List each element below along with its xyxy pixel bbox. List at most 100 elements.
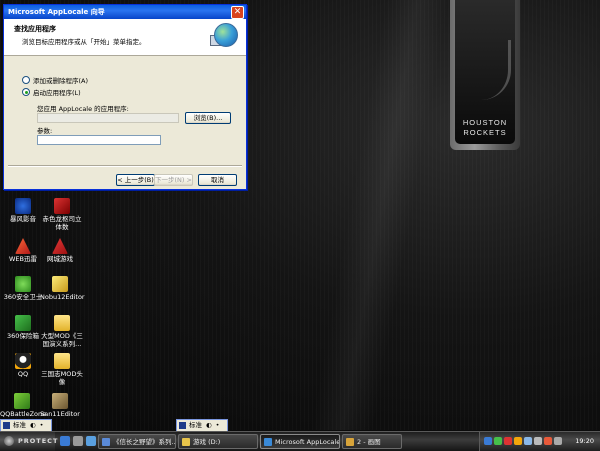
desktop-icon-label: Nobu12Editor xyxy=(40,293,85,301)
desktop-icon-qqbattlezone[interactable]: QQBattleZone xyxy=(0,393,47,418)
desktop-icon-san11editor[interactable]: San11Editor xyxy=(40,393,80,418)
radio-button-selected[interactable] xyxy=(22,88,30,96)
desktop-icon-label: 网城游戏 xyxy=(47,255,73,263)
web-games-icon xyxy=(52,238,68,254)
desktop-icon-web-games[interactable]: 网城游戏 xyxy=(40,238,80,263)
dialog-separator xyxy=(8,165,242,167)
task-label: 《信长之野望》系列... xyxy=(113,438,176,446)
desktop-icon-360-safe[interactable]: 360安全卫士 xyxy=(3,276,43,301)
web-thunder-icon xyxy=(15,238,31,254)
task-paint[interactable]: 2 - 画图 xyxy=(342,434,402,449)
storm-player-icon xyxy=(15,198,31,214)
header-subtitle: 浏览目标应用程序或从「开始」菜单指定。 xyxy=(22,38,146,46)
desktop-icon-web-thunder[interactable]: WEB迅雷 xyxy=(3,238,43,263)
desktop-icon-label: 暴风影音 xyxy=(10,215,36,223)
dialog-titlebar[interactable]: Microsoft AppLocale 向导 ✕ xyxy=(4,5,246,19)
quicklaunch-icon[interactable] xyxy=(86,436,96,446)
ime-logo-icon xyxy=(179,422,186,429)
radio-button[interactable] xyxy=(22,76,30,84)
close-button[interactable]: ✕ xyxy=(231,6,244,19)
show-desktop-icon[interactable] xyxy=(73,436,83,446)
task-label: 游戏 (D:) xyxy=(193,438,221,446)
clock[interactable]: 19:20 xyxy=(575,432,594,451)
moon-icon: ◐ xyxy=(206,421,212,429)
desktop-icon-label: 大型MOD《三国演义系列... xyxy=(41,332,83,348)
task-label: 2 - 画图 xyxy=(357,438,381,446)
task-nobunaga[interactable]: 《信长之野望》系列... xyxy=(98,434,176,449)
ime-mode-label: 标准 xyxy=(189,421,202,429)
cancel-button[interactable]: 取消 xyxy=(198,174,237,186)
params-label: 参数: xyxy=(37,127,53,135)
start-label: PROTECT xyxy=(18,437,59,445)
tray-app-icon[interactable] xyxy=(554,437,562,445)
dialog-header: 查找应用程序 浏览目标应用程序或从「开始」菜单指定。 xyxy=(4,19,246,56)
ime-mode-label: 标准 xyxy=(13,421,26,429)
task-applocale[interactable]: Microsoft AppLocale ... xyxy=(260,434,340,449)
taskbar: PROTECT 《信长之野望》系列... 游戏 (D:) Microsoft A… xyxy=(0,431,600,451)
desktop-icon-storm-player[interactable]: 暴风影音 xyxy=(3,198,43,223)
qq-penguin-icon xyxy=(15,353,31,369)
houston-rockets-banner: HOUSTON ROCKETS xyxy=(450,0,520,150)
radio-label: 添加或删除程序(A) xyxy=(33,77,89,85)
desktop-icon-label: 360保险箱 xyxy=(7,332,39,340)
desktop-icon-label: WEB迅雷 xyxy=(9,255,37,263)
desktop-icon-label: 三国志MOD头像 xyxy=(41,370,83,386)
next-button[interactable]: 下一步(N) > xyxy=(154,174,193,186)
banner-line1: HOUSTON xyxy=(462,118,508,127)
desktop-icon-nobu12editor[interactable]: Nobu12Editor xyxy=(40,276,85,301)
app-path-label: 您应用 AppLocale 的应用程序: xyxy=(37,105,129,113)
dialog-title: Microsoft AppLocale 向导 xyxy=(8,8,105,16)
folder-icon xyxy=(54,353,70,369)
360-safe-icon xyxy=(15,276,31,292)
radio-label: 启动应用程序(L) xyxy=(33,89,81,97)
lang-icon[interactable] xyxy=(484,437,492,445)
banner-line2: ROCKETS xyxy=(463,128,507,137)
moon-icon: ◐ xyxy=(30,421,36,429)
start-button[interactable]: PROTECT xyxy=(0,432,59,451)
desktop-icon-label: QQBattleZone xyxy=(0,410,47,418)
desktop-icon-redwings[interactable]: 赤色龙枢司立体数 xyxy=(40,198,84,231)
back-button[interactable]: < 上一步(B) xyxy=(116,174,155,186)
desktop-icon-label: San11Editor xyxy=(40,410,80,418)
system-tray: 19:20 xyxy=(479,432,600,451)
app-path-field[interactable] xyxy=(37,113,179,123)
radio-launch-application[interactable]: 启动应用程序(L) xyxy=(22,87,81,97)
radio-add-remove-programs[interactable]: 添加或删除程序(A) xyxy=(22,75,88,85)
ime-logo-icon xyxy=(3,422,10,429)
desktop-icon-360-safebox[interactable]: 360保险箱 xyxy=(3,315,43,340)
volume-icon[interactable] xyxy=(534,437,542,445)
paint-icon xyxy=(346,438,354,446)
applocale-wizard-dialog: Microsoft AppLocale 向导 ✕ 查找应用程序 浏览目标应用程序… xyxy=(3,4,247,190)
360-safebox-icon xyxy=(15,315,31,331)
desktop-icon-label: QQ xyxy=(17,370,29,378)
punctuation-icon: • xyxy=(39,421,44,429)
task-label: Microsoft AppLocale ... xyxy=(275,438,340,446)
banner-text: HOUSTON ROCKETS xyxy=(450,118,520,138)
qq-tray-icon[interactable] xyxy=(514,437,522,445)
globe-icon xyxy=(264,438,272,446)
browse-button[interactable]: 浏览(B)... xyxy=(185,112,231,124)
desktop-icon-qq[interactable]: QQ xyxy=(3,353,43,378)
header-title: 查找应用程序 xyxy=(14,25,56,33)
punctuation-icon: • xyxy=(215,421,220,429)
redwings-icon xyxy=(54,198,70,214)
folder-icon xyxy=(182,438,190,446)
folder-icon xyxy=(54,315,70,331)
ie-icon[interactable] xyxy=(60,436,70,446)
nobu-editor-icon xyxy=(52,276,68,292)
start-orb-icon xyxy=(4,436,14,446)
qq-battlezone-icon xyxy=(14,393,30,409)
desktop-icon-label: 360安全卫士 xyxy=(3,293,43,301)
globe-icon xyxy=(214,23,238,47)
task-games-drive[interactable]: 游戏 (D:) xyxy=(178,434,258,449)
security-icon[interactable] xyxy=(544,437,552,445)
network-icon[interactable] xyxy=(524,437,532,445)
desktop-icon-label: 赤色龙枢司立体数 xyxy=(42,215,82,231)
antivirus-icon[interactable] xyxy=(504,437,512,445)
360-tray-icon[interactable] xyxy=(494,437,502,445)
desktop-icon-sanguo-mod[interactable]: 大型MOD《三国演义系列... xyxy=(40,315,84,348)
san11-editor-icon xyxy=(52,393,68,409)
window-icon xyxy=(102,438,110,446)
params-field[interactable] xyxy=(37,135,161,145)
desktop-icon-sanguo-portraits[interactable]: 三国志MOD头像 xyxy=(40,353,84,386)
